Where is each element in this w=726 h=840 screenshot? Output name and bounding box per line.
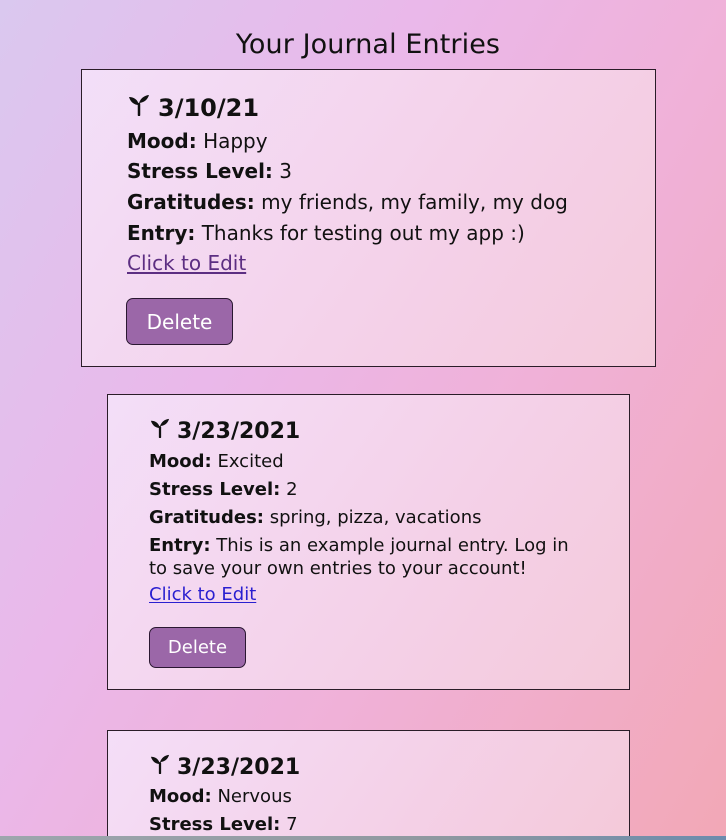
entry-date-row: 3/23/2021 <box>149 754 300 780</box>
delete-button[interactable]: Delete <box>149 627 246 668</box>
journal-page: Your Journal Entries 3/10/21 Mood: Happy… <box>0 0 726 840</box>
entry-date-row: 3/23/2021 <box>149 418 300 444</box>
journal-entry-card: 3/23/2021 Mood: Excited Stress Level: 2 … <box>107 394 630 690</box>
mood-field: Mood: Nervous <box>149 785 292 808</box>
gratitudes-field: Gratitudes: my friends, my family, my do… <box>127 189 568 215</box>
desktop-wallpaper-strip <box>0 836 726 840</box>
mood-value: Nervous <box>217 786 292 807</box>
mood-field: Mood: Excited <box>149 450 284 473</box>
entry-label: Entry: <box>127 221 196 245</box>
page-title: Your Journal Entries <box>235 29 501 60</box>
entry-field: Entry: This is an example journal entry.… <box>149 534 581 580</box>
stress-field: Stress Level: 7 <box>149 813 298 836</box>
entry-label: Entry: <box>149 535 211 556</box>
edit-link[interactable]: Click to Edit <box>127 251 246 275</box>
journal-entry-card: 3/23/2021 Mood: Nervous Stress Level: 7 <box>107 730 630 840</box>
edit-link[interactable]: Click to Edit <box>149 584 256 605</box>
gratitudes-label: Gratitudes: <box>127 190 255 214</box>
delete-button[interactable]: Delete <box>126 298 233 345</box>
mood-label: Mood: <box>127 129 197 153</box>
gratitudes-value: spring, pizza, vacations <box>269 507 482 528</box>
sprout-icon <box>149 754 171 780</box>
stress-label: Stress Level: <box>149 814 281 835</box>
mood-label: Mood: <box>149 451 212 472</box>
sprout-icon <box>149 418 171 444</box>
entry-date-row: 3/10/21 <box>127 94 259 122</box>
entry-value: This is an example journal entry. Log in… <box>149 535 569 579</box>
stress-value: 7 <box>286 814 298 835</box>
mood-value: Happy <box>203 129 268 153</box>
mood-label: Mood: <box>149 786 212 807</box>
journal-entry-card: 3/10/21 Mood: Happy Stress Level: 3 Grat… <box>81 69 656 367</box>
mood-value: Excited <box>217 451 284 472</box>
gratitudes-field: Gratitudes: spring, pizza, vacations <box>149 506 481 529</box>
stress-value: 3 <box>279 159 293 183</box>
sprout-icon <box>127 94 151 122</box>
gratitudes-value: my friends, my family, my dog <box>261 190 568 214</box>
stress-value: 2 <box>286 479 298 500</box>
stress-field: Stress Level: 3 <box>127 158 292 184</box>
entry-date: 3/23/2021 <box>177 418 301 444</box>
stress-label: Stress Level: <box>149 479 281 500</box>
entry-value: Thanks for testing out my app :) <box>201 221 525 245</box>
gratitudes-label: Gratitudes: <box>149 507 264 528</box>
entry-date: 3/23/2021 <box>177 754 301 780</box>
stress-label: Stress Level: <box>127 159 273 183</box>
entry-field: Entry: Thanks for testing out my app :) <box>127 220 525 246</box>
entry-date: 3/10/21 <box>158 94 260 122</box>
mood-field: Mood: Happy <box>127 128 268 154</box>
stress-field: Stress Level: 2 <box>149 478 298 501</box>
